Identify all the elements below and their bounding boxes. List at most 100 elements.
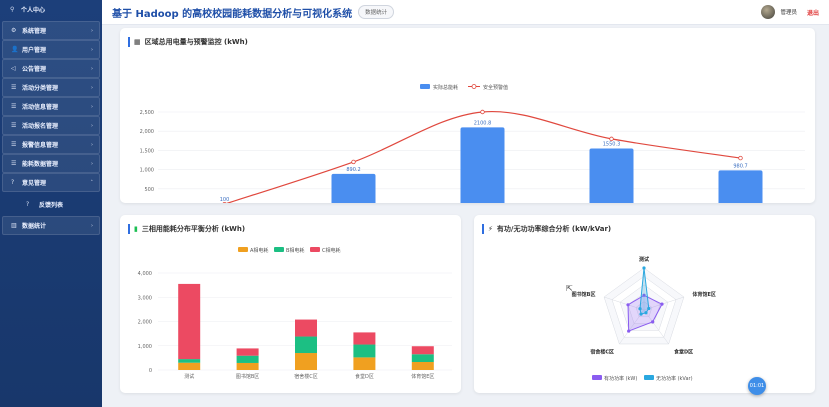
sidebar-item-label: 数据统计: [22, 223, 47, 230]
sidebar-item-3[interactable]: ◁ 公告管理 ›: [2, 59, 100, 78]
y-tick-label: 2,500: [140, 110, 154, 116]
radar-indicator-label: 测试: [639, 256, 649, 263]
float-action-button[interactable]: 01:01: [748, 377, 766, 395]
chevron-icon: ›: [91, 103, 93, 110]
radar-point: [647, 306, 651, 311]
legend-label: 无功功率 (kVar): [656, 375, 693, 382]
x-tick-label: 体育馆E区: [411, 373, 434, 380]
legend-swatch: [310, 247, 320, 252]
chevron-icon: ›: [91, 46, 93, 53]
radar-point: [642, 266, 646, 270]
radar-indicator-label: 宿舍楼C区: [590, 348, 614, 355]
sidebar-item-label: 活动信息管理: [22, 104, 59, 111]
sidebar-item-label: 活动分类管理: [22, 85, 59, 92]
data-label: 1550.3: [603, 141, 621, 147]
breadcrumb-badge[interactable]: 数据统计: [358, 5, 395, 19]
megaphone-icon: ◁: [11, 65, 16, 72]
bar: [718, 170, 763, 203]
sidebar-item-label: 用户管理: [22, 47, 47, 54]
sidebar-item-8[interactable]: ☰ 能耗数据管理 ›: [2, 154, 100, 173]
sidebar-nav: ⚲ 个人中心 ⚙ 系统管理 › 👤 用户管理 › ◁ 公告管理 › ☰ 活动分类管理 › ☰ 活动信息管理 › ☰…: [0, 0, 102, 235]
warning-point: [609, 136, 614, 142]
phase-balance-card: ▮ 三相用能耗分布平衡分析 (kWh) A相电耗 B相电耗 C相电耗 0 1,000 2,…: [120, 215, 461, 393]
phase-balance-chart: A相电耗 B相电耗 C相电耗 0 1,000 2,000 3,000 4,000 测试 图书馆B区…: [138, 247, 452, 380]
radar-indicator-label: 食堂D区: [674, 348, 693, 355]
legend-label: C相电耗: [322, 247, 341, 254]
sidebar-item-2[interactable]: 👤 用户管理 ›: [2, 40, 100, 59]
data-label: 980.7: [733, 163, 747, 169]
radar-point: [627, 329, 631, 333]
sidebar-item-label: 个人中心: [21, 7, 46, 14]
sidebar-item-label: 活动报名管理: [22, 123, 59, 130]
stacked-bar-segment: [178, 362, 201, 370]
warning-point: [738, 155, 743, 161]
power-radar-card: ⚡ 有功/无功功率综合分析 (kW/kVar) 测试 体育馆E区 食堂D区 宿舍楼C区…: [474, 215, 815, 393]
stacked-bar-segment: [411, 354, 434, 362]
avatar[interactable]: [761, 5, 776, 19]
username[interactable]: 管理员: [780, 8, 797, 16]
question-icon: ?: [11, 179, 15, 186]
sidebar-item-label: 系统管理: [22, 28, 47, 35]
legend-label: 有功功率 (kW): [604, 375, 637, 382]
power-radar-chart: 测试体育馆E区食堂D区 宿舍楼C区 图书馆B区有功功率 (kW) 无功功率 (kVar…: [566, 256, 716, 382]
x-tick-label: 图书馆B区: [236, 373, 259, 380]
y-tick-label: 2,000: [138, 320, 152, 326]
legend-swatch: [274, 247, 284, 252]
header: 基于 Hadoop 的高校校园能耗数据分析与可视化系统 数据统计 管理员 退出: [102, 0, 829, 25]
sidebar: ⚲ 个人中心 ⚙ 系统管理 › 👤 用户管理 › ◁ 公告管理 › ☰ 活动分类管理 › ☰ 活动信息管理 › ☰…: [0, 0, 102, 407]
list-icon: ☰: [11, 84, 17, 91]
y-tick-label: 500: [144, 187, 154, 193]
stacked-bar-segment: [295, 336, 317, 354]
radar-point: [651, 320, 655, 324]
sidebar-item-5[interactable]: ☰ 活动信息管理 ›: [2, 97, 100, 116]
users-icon: 👤: [11, 46, 19, 53]
radar-point: [638, 307, 642, 311]
sidebar-item-label: 公告管理: [22, 66, 47, 73]
sidebar-item-4[interactable]: ☰ 活动分类管理 ›: [2, 78, 100, 97]
stacked-bar-segment: [178, 359, 201, 363]
area-energy-chart: 实际总能耗安全预警值05001,0001,5002,0002,500100测试8…: [140, 84, 805, 203]
stacked-bar-segment: [236, 355, 259, 363]
stacked-bar-segment: [353, 332, 376, 345]
sidebar-item-label: 能耗数据管理: [22, 161, 59, 168]
legend-swatch: [644, 375, 654, 380]
y-tick-label: 1,500: [140, 148, 154, 154]
y-tick-label: 3,000: [138, 295, 152, 301]
logout-button[interactable]: 退出: [807, 8, 819, 17]
legend-label: A相电耗: [250, 247, 268, 254]
list-icon: ☰: [11, 141, 17, 148]
legend-label: 安全预警值: [483, 84, 508, 91]
stacked-bar-segment: [353, 344, 376, 358]
legend-swatch: [420, 84, 430, 89]
chevron-icon: ›: [91, 27, 93, 34]
chevron-icon: ›: [91, 222, 93, 229]
chevron-icon: ›: [91, 122, 93, 129]
sidebar-item-label: 报警信息管理: [22, 142, 59, 149]
gear-icon: ⚙: [11, 27, 17, 34]
legend-swatch: [592, 375, 602, 380]
area-energy-card: ▦ 区域总用电量与预警监控 (kWh) 实际总能耗安全预警值05001,0001…: [120, 28, 815, 203]
sidebar-item-9[interactable]: ? 意见管理 ˄: [2, 173, 100, 192]
warning-point: [351, 159, 356, 165]
radar-point: [626, 303, 630, 307]
sidebar-item-7[interactable]: ☰ 报警信息管理 ›: [2, 135, 100, 154]
chart-icon: ▥: [11, 222, 17, 229]
bar: [460, 127, 505, 203]
list-icon: ☰: [11, 122, 17, 129]
sidebar-item-label: 意见管理: [22, 180, 47, 187]
sidebar-item-label: 反馈列表: [39, 201, 64, 209]
sidebar-item-1[interactable]: ⚙ 系统管理 ›: [2, 21, 100, 40]
stacked-bar-segment: [236, 362, 259, 370]
chevron-icon: ›: [91, 160, 93, 167]
sidebar-item-0[interactable]: ⚲ 个人中心: [2, 0, 100, 19]
y-tick-label: 1,000: [140, 168, 154, 174]
sidebar-item-stats[interactable]: ▥ 数据统计 ›: [2, 216, 100, 235]
sidebar-item-6[interactable]: ☰ 活动报名管理 ›: [2, 116, 100, 135]
stacked-bar-segment: [236, 348, 259, 356]
stacked-bar-segment: [353, 357, 376, 370]
list-icon: ☰: [11, 103, 17, 110]
warning-point: [480, 109, 485, 115]
sidebar-subitem-feedback[interactable]: ? 反馈列表: [2, 192, 100, 216]
x-tick-label: 宿舍楼C区: [294, 373, 318, 380]
bar: [331, 173, 376, 203]
